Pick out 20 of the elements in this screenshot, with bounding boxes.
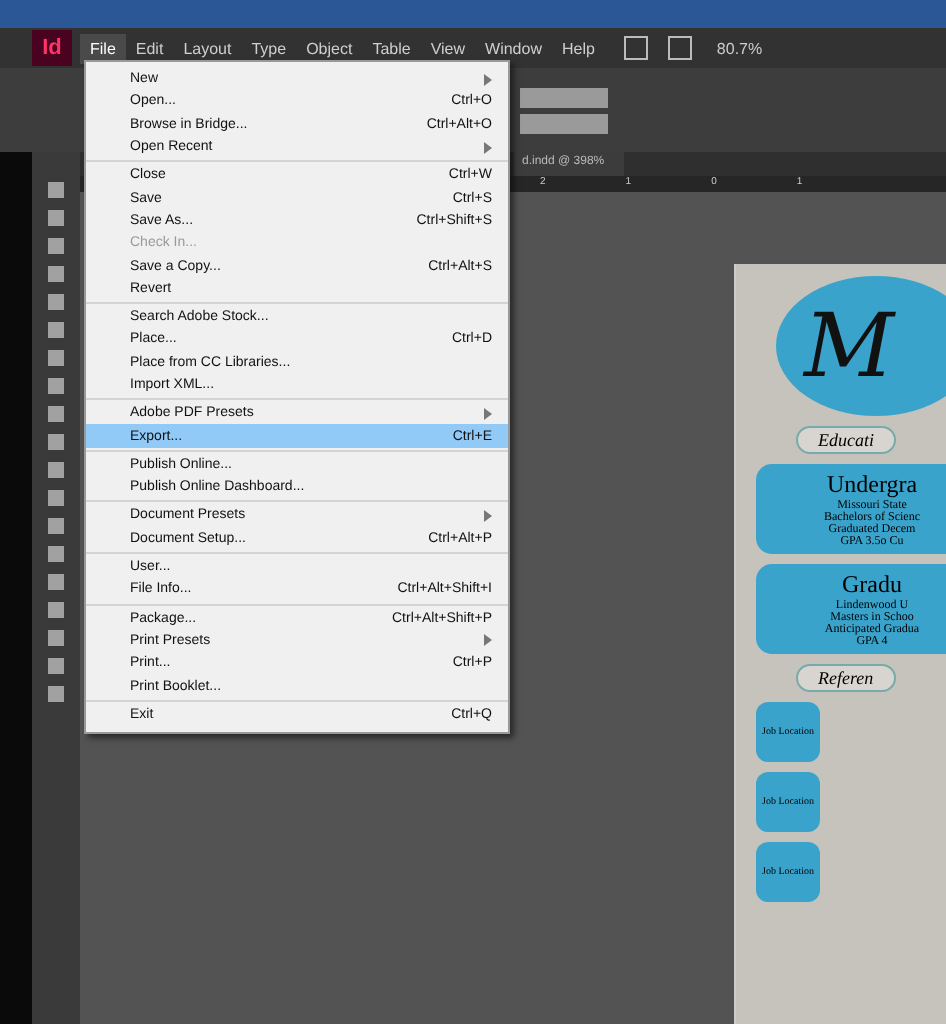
card-title: Undergra bbox=[826, 470, 918, 500]
menu-item[interactable]: Type bbox=[241, 33, 297, 63]
menu-item[interactable]: View bbox=[420, 33, 476, 63]
menu-item[interactable]: Layout bbox=[173, 33, 242, 63]
frame-icon[interactable] bbox=[624, 36, 649, 60]
menu-item[interactable]: Object bbox=[296, 33, 363, 63]
app-logo: Id bbox=[32, 30, 72, 66]
section-heading: Referen bbox=[796, 664, 896, 692]
monogram: M bbox=[776, 276, 946, 416]
input-field[interactable] bbox=[520, 113, 608, 133]
zoom-level[interactable]: 80.7% bbox=[716, 39, 763, 57]
frame-icon[interactable] bbox=[668, 36, 693, 60]
card-title: Gradu bbox=[842, 570, 902, 599]
menu-item[interactable]: Window bbox=[475, 33, 552, 63]
menu-item[interactable]: Edit bbox=[125, 33, 174, 63]
menu-item[interactable]: Table bbox=[362, 33, 421, 63]
section-heading: Educati bbox=[796, 426, 896, 454]
input-field[interactable] bbox=[520, 87, 608, 107]
menu-item[interactable]: File bbox=[80, 33, 126, 63]
menu-item[interactable]: Help bbox=[551, 33, 605, 63]
